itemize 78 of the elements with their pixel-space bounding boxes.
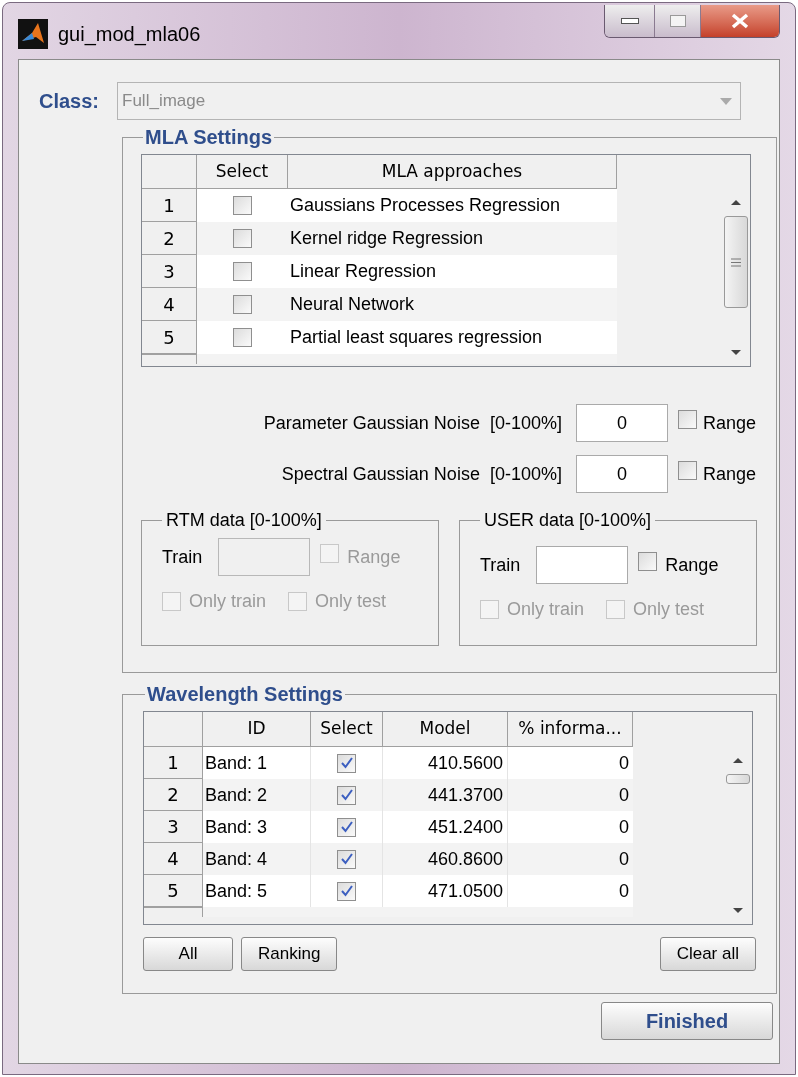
grip-icon — [731, 257, 741, 267]
checkbox[interactable] — [337, 817, 356, 837]
checkbox[interactable] — [337, 753, 356, 773]
group-title: RTM data [0-100%] — [165, 509, 323, 532]
range-checkbox[interactable] — [638, 551, 658, 571]
checkbox[interactable] — [606, 600, 626, 619]
scroll-thumb[interactable] — [724, 216, 748, 308]
train-label: Train — [162, 545, 203, 569]
scroll-down-icon[interactable] — [730, 349, 742, 356]
noise-range-hint: [0-100%] — [489, 462, 562, 486]
row-number: 1 — [142, 189, 197, 222]
table-action-button[interactable]: Ranking — [241, 937, 338, 971]
table-cell-text: Kernel ridge Regression — [289, 227, 485, 250]
train-input[interactable] — [218, 538, 311, 576]
minimize-button[interactable] — [605, 5, 655, 37]
row-number: 2 — [144, 779, 203, 811]
noise-label: Parameter Gaussian Noise — [263, 411, 480, 435]
maximize-icon — [669, 15, 686, 27]
range-checkbox[interactable] — [677, 409, 697, 429]
checkbox-label: Range — [347, 545, 401, 569]
checkbox-label: Range — [702, 411, 756, 435]
checkbox[interactable] — [233, 295, 252, 314]
class-label: Class: — [39, 89, 100, 114]
checkbox[interactable] — [233, 262, 252, 281]
minimize-icon — [620, 18, 639, 24]
train-input[interactable] — [536, 546, 629, 584]
clear-all-button[interactable]: Clear all — [659, 937, 756, 971]
table-cell-text: Gaussians Processes Regression — [289, 194, 562, 217]
table-action-button[interactable]: All — [143, 937, 233, 971]
row-number: 1 — [144, 747, 203, 779]
row-number: 5 — [142, 321, 197, 354]
row-number: 3 — [142, 255, 197, 288]
checkbox[interactable] — [233, 229, 252, 248]
row-number: 5 — [144, 875, 203, 907]
group-title: USER data [0-100%] — [483, 509, 653, 532]
row-number: 4 — [142, 288, 197, 321]
panel-title: MLA Settings — [144, 125, 274, 150]
checkbox-label: Range — [702, 462, 756, 486]
close-icon — [731, 13, 749, 29]
table-cell-text: 0 — [618, 751, 630, 775]
train-label: Train — [480, 553, 521, 577]
row-number: 3 — [144, 811, 203, 843]
noise-label: Spectral Gaussian Noise — [281, 462, 480, 486]
row-number: 2 — [142, 222, 197, 255]
table-cell-text: 0 — [618, 879, 630, 903]
noise-range-hint: [0-100%] — [489, 411, 562, 435]
scroll-down-icon[interactable] — [732, 907, 744, 914]
panel-title: Wavelength Settings — [146, 682, 344, 707]
table-cell-text: Partial least squares regression — [289, 326, 544, 349]
table-cell-text: 0 — [618, 847, 630, 871]
checkbox-label: Only test — [633, 598, 705, 621]
checkbox-label: Range — [665, 553, 719, 577]
range-checkbox[interactable] — [677, 460, 697, 480]
maximize-button[interactable] — [655, 5, 701, 37]
checkbox[interactable] — [233, 196, 252, 215]
checkbox-label: Only test — [315, 590, 387, 613]
checkbox[interactable] — [337, 881, 356, 901]
table-cell-text: 0 — [618, 815, 630, 839]
close-button[interactable] — [701, 5, 779, 37]
scroll-thumb[interactable] — [726, 774, 750, 784]
row-number: 4 — [144, 843, 203, 875]
checkbox[interactable] — [233, 328, 252, 347]
window-title: gui_mod_mla06 — [58, 22, 201, 48]
checkbox-label: Only train — [189, 590, 267, 613]
scroll-up-icon[interactable] — [730, 199, 742, 206]
app-logo-icon — [18, 19, 48, 49]
checkbox[interactable] — [337, 849, 356, 869]
table-cell-text: Linear Regression — [289, 260, 438, 283]
checkbox-label: Only train — [507, 598, 585, 621]
checkbox[interactable] — [337, 785, 356, 805]
scroll-up-icon[interactable] — [732, 757, 744, 764]
dropdown-caret-icon — [720, 97, 733, 105]
noise-input[interactable]: 0 — [575, 455, 668, 493]
table-cell-text: 0 — [618, 783, 630, 807]
finished-button[interactable]: Finished — [601, 1002, 773, 1040]
table-cell-text: Neural Network — [289, 293, 416, 316]
checkbox[interactable] — [480, 600, 499, 619]
noise-input[interactable]: 0 — [575, 404, 668, 442]
